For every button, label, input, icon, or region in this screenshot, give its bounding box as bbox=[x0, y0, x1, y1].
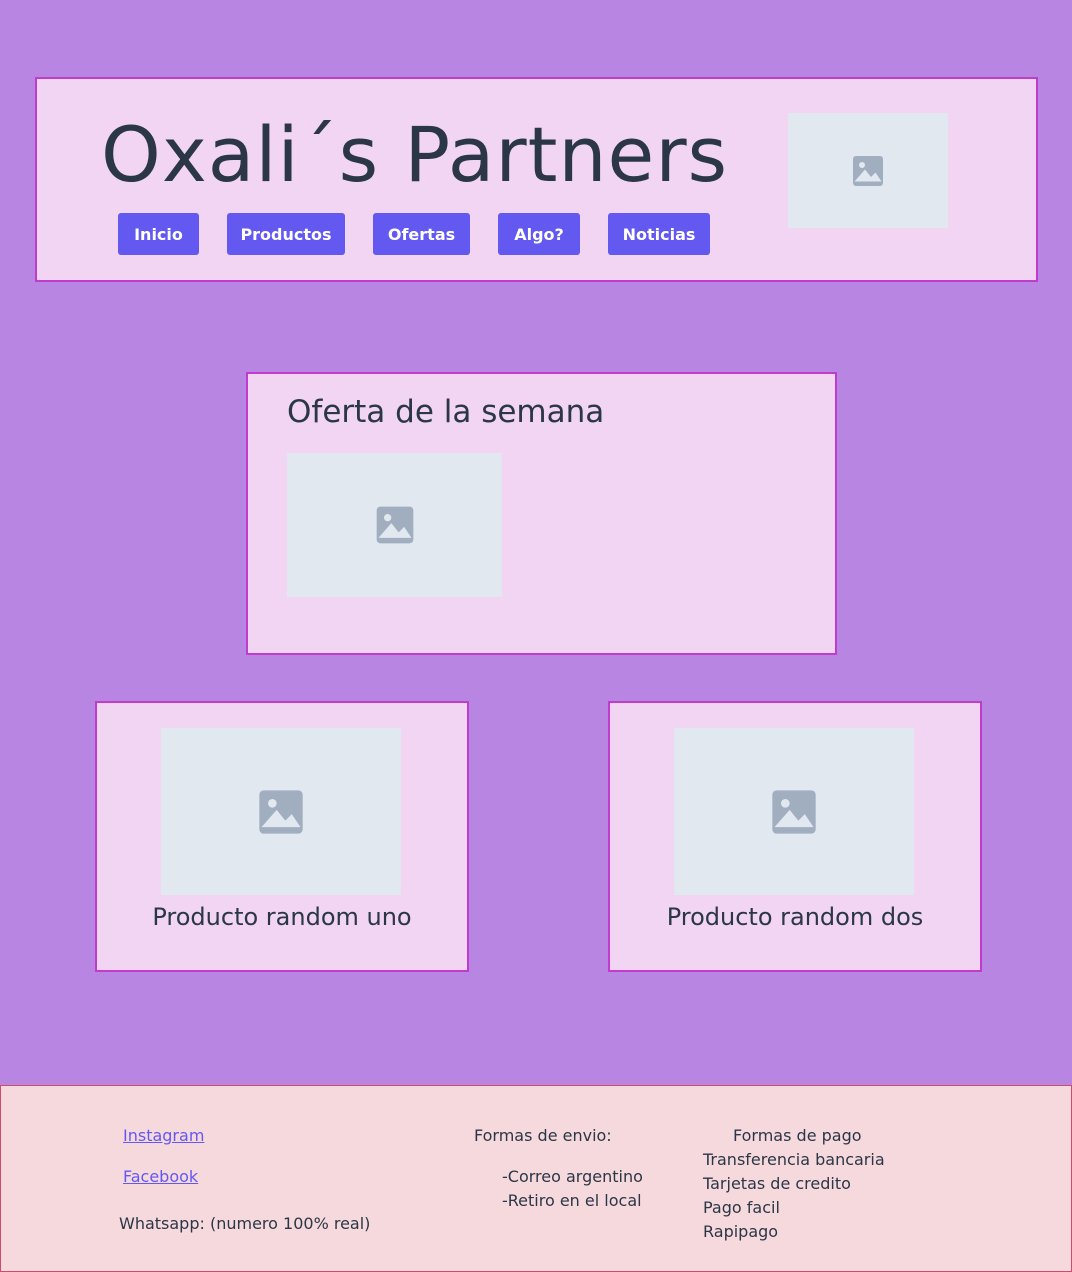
header-image-placeholder bbox=[788, 113, 948, 228]
nav-button-noticias[interactable]: Noticias bbox=[608, 213, 710, 255]
product-name: Producto random uno bbox=[152, 903, 412, 931]
product-name: Producto random dos bbox=[666, 903, 924, 931]
shipping-item: -Retiro en el local bbox=[502, 1191, 642, 1210]
payment-item: Transferencia bancaria bbox=[703, 1150, 885, 1169]
offer-title: Oferta de la semana bbox=[287, 394, 605, 430]
image-placeholder-icon bbox=[376, 506, 413, 544]
shipping-title: Formas de envio: bbox=[474, 1126, 612, 1145]
nav-button-algo[interactable]: Algo? bbox=[498, 213, 580, 255]
nav-button-productos[interactable]: Productos bbox=[227, 213, 345, 255]
facebook-link[interactable]: Facebook bbox=[123, 1167, 198, 1186]
nav-button-inicio[interactable]: Inicio bbox=[118, 213, 199, 255]
payment-item: Rapipago bbox=[703, 1222, 779, 1241]
product-card[interactable]: Producto random uno bbox=[95, 701, 469, 972]
site-title: Oxali´s Partners bbox=[101, 110, 729, 199]
image-placeholder-icon bbox=[772, 789, 816, 834]
product-image-placeholder bbox=[674, 728, 914, 895]
nav-button-ofertas[interactable]: Ofertas bbox=[373, 213, 470, 255]
product-image-placeholder bbox=[161, 728, 401, 895]
whatsapp-text: Whatsapp: (numero 100% real) bbox=[119, 1214, 371, 1233]
payment-item: Tarjetas de credito bbox=[703, 1174, 851, 1193]
image-placeholder-icon bbox=[259, 789, 303, 834]
image-placeholder-icon bbox=[853, 155, 883, 186]
payment-item: Pago facil bbox=[703, 1198, 780, 1217]
product-card[interactable]: Producto random dos bbox=[608, 701, 982, 972]
offer-image-placeholder bbox=[287, 453, 502, 597]
site-header: Oxali´s Partners Inicio Productos Oferta… bbox=[35, 77, 1038, 282]
site-footer: Instagram Facebook Whatsapp: (numero 100… bbox=[0, 1085, 1072, 1272]
offer-of-the-week: Oferta de la semana bbox=[246, 372, 837, 655]
instagram-link[interactable]: Instagram bbox=[123, 1126, 204, 1145]
payment-title: Formas de pago bbox=[733, 1126, 862, 1145]
shipping-item: -Correo argentino bbox=[502, 1167, 643, 1186]
